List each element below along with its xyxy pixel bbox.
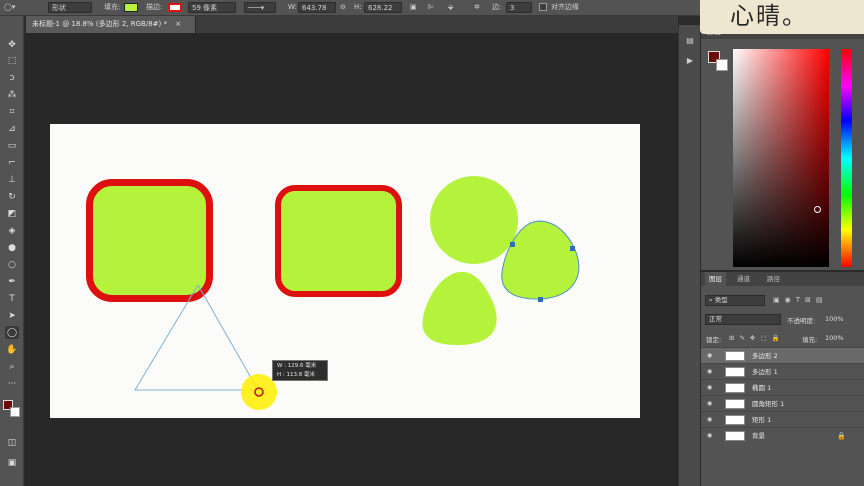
eye-icon[interactable]: ◉ [707, 416, 716, 424]
watermark-overlay: 心晴。 [700, 0, 864, 34]
history-panel-icon[interactable]: ▤ [684, 35, 696, 47]
color-panel: 颜色 [701, 25, 864, 270]
tooltip-width: W : 129.6 毫米 [277, 363, 317, 369]
color-panel-swatches[interactable] [708, 51, 732, 75]
tab-paths[interactable]: 路径 [767, 272, 780, 286]
layer-name: 椭圆 1 [752, 384, 772, 392]
fill-value[interactable]: 100% [825, 334, 844, 342]
eye-icon[interactable]: ◉ [707, 352, 716, 360]
fill-label: 填充: [802, 336, 818, 344]
opacity-label: 不透明度: [787, 317, 816, 325]
lock-icons[interactable]: ⊞✎✥⬚🔒 [729, 334, 785, 342]
color-panel-background[interactable] [716, 59, 728, 71]
lock-icon[interactable]: 🔒 [837, 432, 846, 440]
eye-icon[interactable]: ◉ [707, 400, 716, 408]
layer-thumbnail [725, 431, 745, 441]
layer-row[interactable]: ◉ 圆角矩形 1 [701, 395, 864, 411]
anchor-point-right[interactable] [570, 246, 575, 251]
layer-row[interactable]: ◉ 多边形 1 [701, 363, 864, 379]
layers-panel: 图层 通道 路径 ⌕ 类型 ▣◉T⊠▤ 正常 不透明度: 100% 锁定: ⊞✎… [701, 272, 864, 486]
color-picker-marker[interactable] [814, 206, 821, 213]
layer-thumbnail [725, 399, 745, 409]
tooltip-height: H : 113.8 毫米 [277, 372, 315, 378]
color-field[interactable] [733, 49, 829, 267]
layer-thumbnail [725, 351, 745, 361]
eye-icon[interactable]: ◉ [707, 384, 716, 392]
lock-label: 锁定: [706, 336, 722, 344]
eye-icon[interactable]: ◉ [707, 368, 716, 376]
eye-icon[interactable]: ◉ [707, 432, 716, 440]
layer-row[interactable]: ◉ 矩形 1 [701, 411, 864, 427]
layers-panel-tabs: 图层 通道 路径 [701, 272, 864, 286]
watermark-text: 心晴。 [730, 2, 808, 30]
anchor-point-left[interactable] [510, 242, 515, 247]
play-actions-icon[interactable]: ▶ [684, 55, 696, 67]
tab-channels[interactable]: 通道 [737, 272, 750, 286]
polygon-shape-2[interactable] [501, 220, 580, 300]
layer-thumbnail [725, 415, 745, 425]
opacity-value[interactable]: 100% [825, 315, 844, 323]
anchor-point-bottom[interactable] [538, 297, 543, 302]
polygon-drawing-preview [134, 284, 259, 391]
layer-name: 背景 [752, 432, 765, 440]
layer-row[interactable]: ◉ 背景 🔒 [701, 427, 864, 443]
polygon-shape-1[interactable] [422, 271, 497, 346]
tab-layers[interactable]: 图层 [705, 272, 726, 286]
layer-filter-icons[interactable]: ▣◉T⊠▤ [773, 296, 827, 304]
hue-slider[interactable] [841, 49, 852, 267]
blend-mode-select[interactable]: 正常 [705, 314, 781, 325]
layer-thumbnail [725, 367, 745, 377]
layer-name: 圆角矩形 1 [752, 400, 785, 408]
layer-row[interactable]: ◉ 多边形 2 [701, 347, 864, 363]
layer-row[interactable]: ◉ 椭圆 1 [701, 379, 864, 395]
layer-filter-select[interactable]: ⌕ 类型 [705, 295, 765, 306]
panel-icon-strip: ▤ ▶ [678, 25, 700, 486]
dimension-tooltip: W : 129.6 毫米 H : 113.8 毫米 [272, 360, 328, 381]
layer-name: 多边形 2 [752, 352, 778, 360]
layer-filter-kind: 类型 [714, 296, 728, 304]
layer-name: 多边形 1 [752, 368, 778, 376]
layer-thumbnail [725, 383, 745, 393]
layer-name: 矩形 1 [752, 416, 772, 424]
